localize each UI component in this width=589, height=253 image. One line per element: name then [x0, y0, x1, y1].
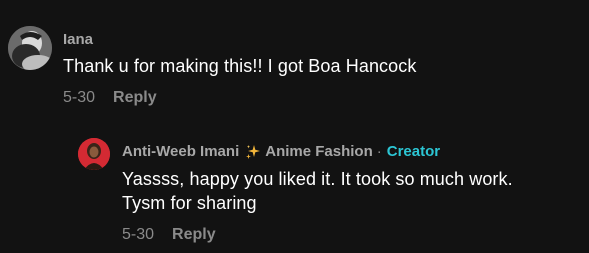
- reply-username[interactable]: Anti-Weeb Imani: [122, 142, 239, 162]
- reply-body: Anti-Weeb Imani Anime Fashion · Creator …: [122, 142, 583, 245]
- reply-username-suffix: Anime Fashion: [265, 143, 373, 160]
- reply-date: 5-30: [122, 226, 155, 243]
- comment-item: Iana Thank u for making this!! I got Boa…: [8, 26, 583, 116]
- reply-button[interactable]: Reply: [172, 225, 216, 245]
- reply-item: Anti-Weeb Imani Anime Fashion · Creator …: [78, 138, 583, 253]
- avatar[interactable]: [8, 26, 52, 70]
- reply-text-line: Yassss, happy you liked it. It took so m…: [122, 169, 513, 189]
- comment-body: Iana Thank u for making this!! I got Boa…: [63, 30, 583, 108]
- reply-meta: 5-30 Reply: [122, 225, 583, 245]
- reply-text: Yassss, happy you liked it. It took so m…: [122, 167, 583, 215]
- comment-text: Thank u for making this!! I got Boa Hanc…: [63, 56, 417, 76]
- separator-dot: ·: [376, 143, 382, 160]
- comment-username[interactable]: Iana: [63, 30, 583, 50]
- comment-meta: 5-30 Reply: [63, 88, 583, 108]
- avatar[interactable]: [78, 138, 110, 170]
- reply-button[interactable]: Reply: [113, 88, 157, 108]
- creator-badge: Creator: [386, 143, 441, 160]
- reply-username-row: Anti-Weeb Imani Anime Fashion · Creator: [122, 142, 583, 162]
- sparkles-icon: [245, 144, 261, 160]
- comment-date: 5-30: [63, 89, 96, 106]
- reply-text-line: Tysm for sharing: [122, 193, 257, 213]
